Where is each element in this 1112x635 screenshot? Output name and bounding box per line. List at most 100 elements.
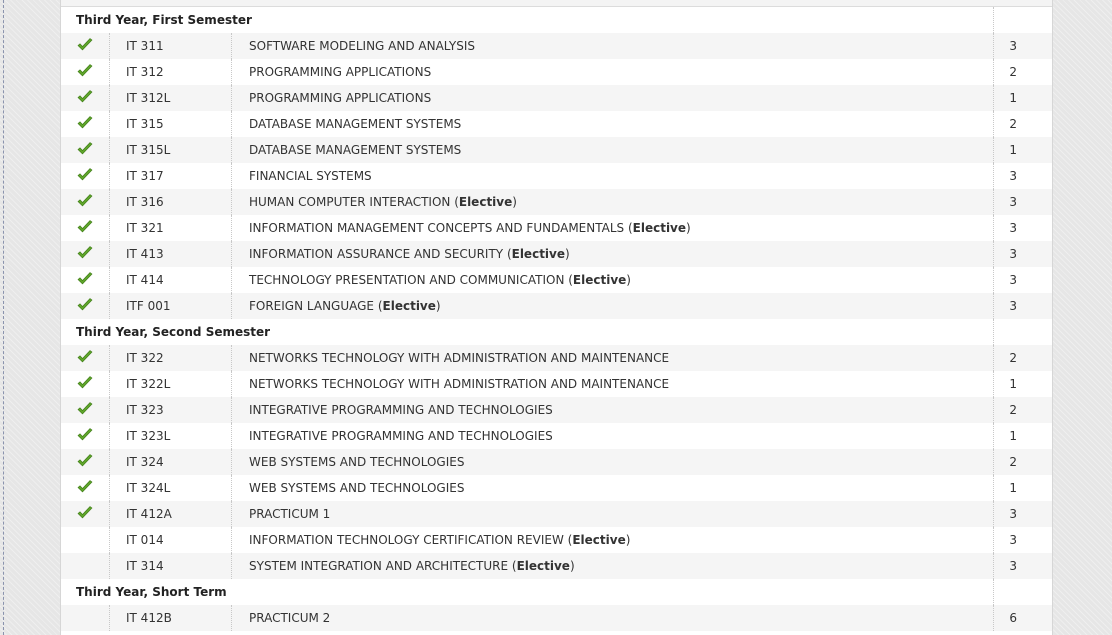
course-units: 1: [993, 423, 1054, 449]
course-row: IT 312 PROGRAMMING APPLICATIONS 2: [61, 59, 1052, 85]
course-row: IT 014 INFORMATION TECHNOLOGY CERTIFICATI…: [61, 527, 1052, 553]
course-title-cell: PROGRAMMING APPLICATIONS: [231, 59, 993, 85]
course-title: WEB SYSTEMS AND TECHNOLOGIES: [249, 481, 465, 495]
course-units: 3: [993, 501, 1054, 527]
curriculum-table: Third Year, First Semester IT 311 SOFTWARE…: [61, 7, 1052, 631]
course-title: FOREIGN LANGUAGE: [249, 299, 375, 313]
course-code: IT 412A: [109, 501, 231, 527]
course-code: IT 314: [109, 553, 231, 579]
course-row: IT 316 HUMAN COMPUTER INTERACTION (Electi…: [61, 189, 1052, 215]
course-title: PRACTICUM 2: [249, 611, 331, 625]
check-mark-icon: [61, 397, 109, 423]
course-code: IT 323L: [109, 423, 231, 449]
course-title-cell: WEB SYSTEMS AND TECHNOLOGIES: [231, 449, 993, 475]
course-code: IT 317: [109, 163, 231, 189]
course-row: IT 314 SYSTEM INTEGRATION AND ARCHITECTUR…: [61, 553, 1052, 579]
elective-tag: Elective: [572, 273, 627, 287]
course-title-cell: NETWORKS TECHNOLOGY WITH ADMINISTRATION …: [231, 345, 993, 371]
check-mark-icon: [61, 475, 109, 501]
course-row: IT 315 DATABASE MANAGEMENT SYSTEMS 2: [61, 111, 1052, 137]
course-title: PROGRAMMING APPLICATIONS: [249, 91, 432, 105]
course-title: FINANCIAL SYSTEMS: [249, 169, 372, 183]
course-code: IT 324L: [109, 475, 231, 501]
elective-tag: Elective: [382, 299, 436, 313]
course-code: IT 321: [109, 215, 231, 241]
course-title-cell: SOFTWARE MODELING AND ANALYSIS: [231, 33, 993, 59]
course-title: NETWORKS TECHNOLOGY WITH ADMINISTRATION …: [249, 377, 670, 391]
course-row: IT 323L INTEGRATIVE PROGRAMMING AND TECHN…: [61, 423, 1052, 449]
course-title: WEB SYSTEMS AND TECHNOLOGIES: [249, 455, 465, 469]
elective-tag: Elective: [458, 195, 513, 209]
course-row: IT 414 TECHNOLOGY PRESENTATION AND COMMUN…: [61, 267, 1052, 293]
course-title: SOFTWARE MODELING AND ANALYSIS: [249, 39, 476, 53]
course-title-cell: DATABASE MANAGEMENT SYSTEMS: [231, 137, 993, 163]
course-title: INFORMATION MANAGEMENT CONCEPTS AND FUND…: [249, 221, 625, 235]
check-mark-icon: [61, 163, 109, 189]
status-cell: [61, 527, 109, 553]
course-row: IT 321 INFORMATION MANAGEMENT CONCEPTS AN…: [61, 215, 1052, 241]
course-title: INFORMATION TECHNOLOGY CERTIFICATION REV…: [249, 533, 564, 547]
course-units: 3: [993, 553, 1054, 579]
course-code: IT 312: [109, 59, 231, 85]
course-title-cell: INFORMATION MANAGEMENT CONCEPTS AND FUND…: [231, 215, 993, 241]
status-cell: [61, 553, 109, 579]
course-title-cell: INTEGRATIVE PROGRAMMING AND TECHNOLOGIES: [231, 423, 993, 449]
course-title-cell: WEB SYSTEMS AND TECHNOLOGIES: [231, 475, 993, 501]
course-code: IT 312L: [109, 85, 231, 111]
semester-title: Third Year, Second Semester: [76, 325, 271, 339]
course-title: SYSTEM INTEGRATION AND ARCHITECTURE: [249, 559, 509, 573]
course-code: IT 315L: [109, 137, 231, 163]
course-units: 2: [993, 345, 1054, 371]
course-title: INTEGRATIVE PROGRAMMING AND TECHNOLOGIES: [249, 429, 553, 443]
course-row: IT 323 INTEGRATIVE PROGRAMMING AND TECHNO…: [61, 397, 1052, 423]
course-row: IT 312L PROGRAMMING APPLICATIONS 1: [61, 85, 1052, 111]
course-title-cell: DATABASE MANAGEMENT SYSTEMS: [231, 111, 993, 137]
check-mark-icon: [61, 449, 109, 475]
semester-title: Third Year, First Semester: [76, 13, 252, 27]
check-mark-icon: [61, 85, 109, 111]
semester-header: Third Year, Short Term: [61, 579, 1052, 605]
course-units: 1: [993, 371, 1054, 397]
course-units: 6: [993, 605, 1054, 631]
course-code: IT 315: [109, 111, 231, 137]
course-title: HUMAN COMPUTER INTERACTION: [249, 195, 451, 209]
course-row: IT 412A PRACTICUM 1 3: [61, 501, 1052, 527]
elective-tag: Elective: [511, 247, 565, 261]
course-row: IT 413 INFORMATION ASSURANCE AND SECURITY…: [61, 241, 1052, 267]
course-units: 3: [993, 215, 1054, 241]
course-title-cell: HUMAN COMPUTER INTERACTION (Elective): [231, 189, 993, 215]
course-units: 3: [993, 241, 1054, 267]
status-cell: [61, 605, 109, 631]
course-title: DATABASE MANAGEMENT SYSTEMS: [249, 117, 462, 131]
check-mark-icon: [61, 371, 109, 397]
elective-tag: Elective: [572, 533, 626, 547]
course-row: IT 322 NETWORKS TECHNOLOGY WITH ADMINISTR…: [61, 345, 1052, 371]
course-row: IT 315L DATABASE MANAGEMENT SYSTEMS 1: [61, 137, 1052, 163]
check-mark-icon: [61, 423, 109, 449]
course-title: TECHNOLOGY PRESENTATION AND COMMUNICATIO…: [249, 273, 565, 287]
check-mark-icon: [61, 59, 109, 85]
course-units: 3: [993, 163, 1054, 189]
course-units: 3: [993, 189, 1054, 215]
course-row: IT 324 WEB SYSTEMS AND TECHNOLOGIES 2: [61, 449, 1052, 475]
panel-top-strip: [61, 0, 1052, 7]
course-title: NETWORKS TECHNOLOGY WITH ADMINISTRATION …: [249, 351, 670, 365]
course-units: 2: [993, 59, 1054, 85]
check-mark-icon: [61, 111, 109, 137]
course-row: IT 324L WEB SYSTEMS AND TECHNOLOGIES 1: [61, 475, 1052, 501]
course-units: 3: [993, 267, 1054, 293]
course-code: IT 414: [109, 267, 231, 293]
course-row: IT 317 FINANCIAL SYSTEMS 3: [61, 163, 1052, 189]
course-title-cell: NETWORKS TECHNOLOGY WITH ADMINISTRATION …: [231, 371, 993, 397]
course-units: 2: [993, 449, 1054, 475]
course-title-cell: PRACTICUM 1: [231, 501, 993, 527]
check-mark-icon: [61, 501, 109, 527]
check-mark-icon: [61, 345, 109, 371]
course-units: 1: [993, 137, 1054, 163]
course-code: IT 322L: [109, 371, 231, 397]
course-row: IT 412B PRACTICUM 2 6: [61, 605, 1052, 631]
course-title: INFORMATION ASSURANCE AND SECURITY: [249, 247, 504, 261]
course-title: DATABASE MANAGEMENT SYSTEMS: [249, 143, 462, 157]
course-units: 3: [993, 527, 1054, 553]
course-units: 2: [993, 397, 1054, 423]
